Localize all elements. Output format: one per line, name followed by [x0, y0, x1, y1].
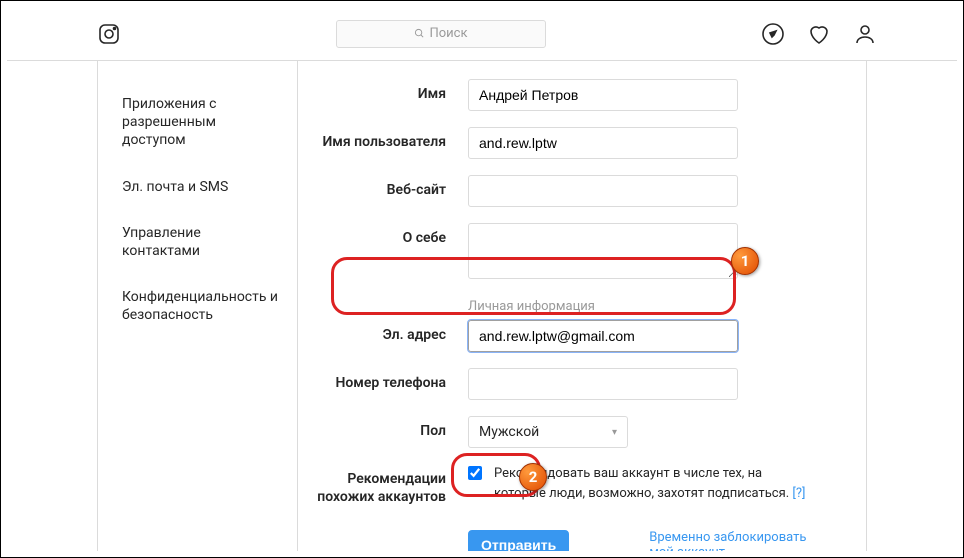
submit-button[interactable]: Отправить — [468, 530, 569, 551]
search-placeholder: Поиск — [429, 26, 467, 41]
email-label: Эл. адрес — [308, 320, 468, 344]
sidebar-item-email-sms[interactable]: Эл. почта и SMS — [98, 164, 297, 210]
recommend-help-link[interactable]: [?] — [792, 486, 805, 501]
search-input[interactable]: Поиск — [336, 20, 546, 48]
search-icon — [414, 28, 425, 39]
topbar: Поиск — [7, 7, 957, 61]
email-field[interactable] — [468, 320, 738, 352]
explore-icon[interactable] — [761, 22, 785, 46]
disable-account-link[interactable]: Временно заблокировать мой аккаунт — [649, 530, 826, 551]
sidebar-item-privacy[interactable]: Конфиденциальность и безопасность — [98, 274, 297, 338]
sidebar-item-contacts[interactable]: Управление контактами — [98, 210, 297, 274]
recommend-text: Рекомендовать ваш аккаунт в числе тех, н… — [494, 464, 814, 503]
profile-icon[interactable] — [853, 22, 877, 46]
recommend-checkbox[interactable] — [468, 466, 482, 480]
name-field[interactable] — [468, 79, 738, 111]
chevron-down-icon: ▾ — [612, 427, 617, 438]
settings-sidebar: Приложения с разрешенным доступом Эл. по… — [98, 61, 298, 551]
phone-label: Номер телефона — [308, 368, 468, 392]
sidebar-item-apps[interactable]: Приложения с разрешенным доступом — [98, 81, 297, 164]
instagram-logo-icon[interactable] — [97, 22, 121, 46]
phone-field[interactable] — [468, 368, 738, 400]
username-label: Имя пользователя — [308, 127, 468, 151]
recommend-label: Рекомендации похожих аккаунтов — [308, 464, 468, 506]
heart-icon[interactable] — [807, 22, 831, 46]
website-field[interactable] — [468, 175, 738, 207]
gender-select[interactable]: Мужской ▾ — [468, 416, 628, 448]
gender-label: Пол — [308, 416, 468, 440]
website-label: Веб-сайт — [308, 175, 468, 199]
bio-field[interactable] — [468, 223, 738, 279]
personal-info-heading: Личная информация — [468, 299, 826, 314]
name-label: Имя — [308, 79, 468, 103]
settings-form: Имя Имя пользователя Веб-сайт О себе — [298, 61, 866, 551]
gender-value: Мужской — [479, 424, 539, 440]
bio-label: О себе — [308, 223, 468, 247]
page-scroll[interactable]: Поиск Приложения с разрешенным доступом — [7, 7, 957, 551]
username-field[interactable] — [468, 127, 738, 159]
